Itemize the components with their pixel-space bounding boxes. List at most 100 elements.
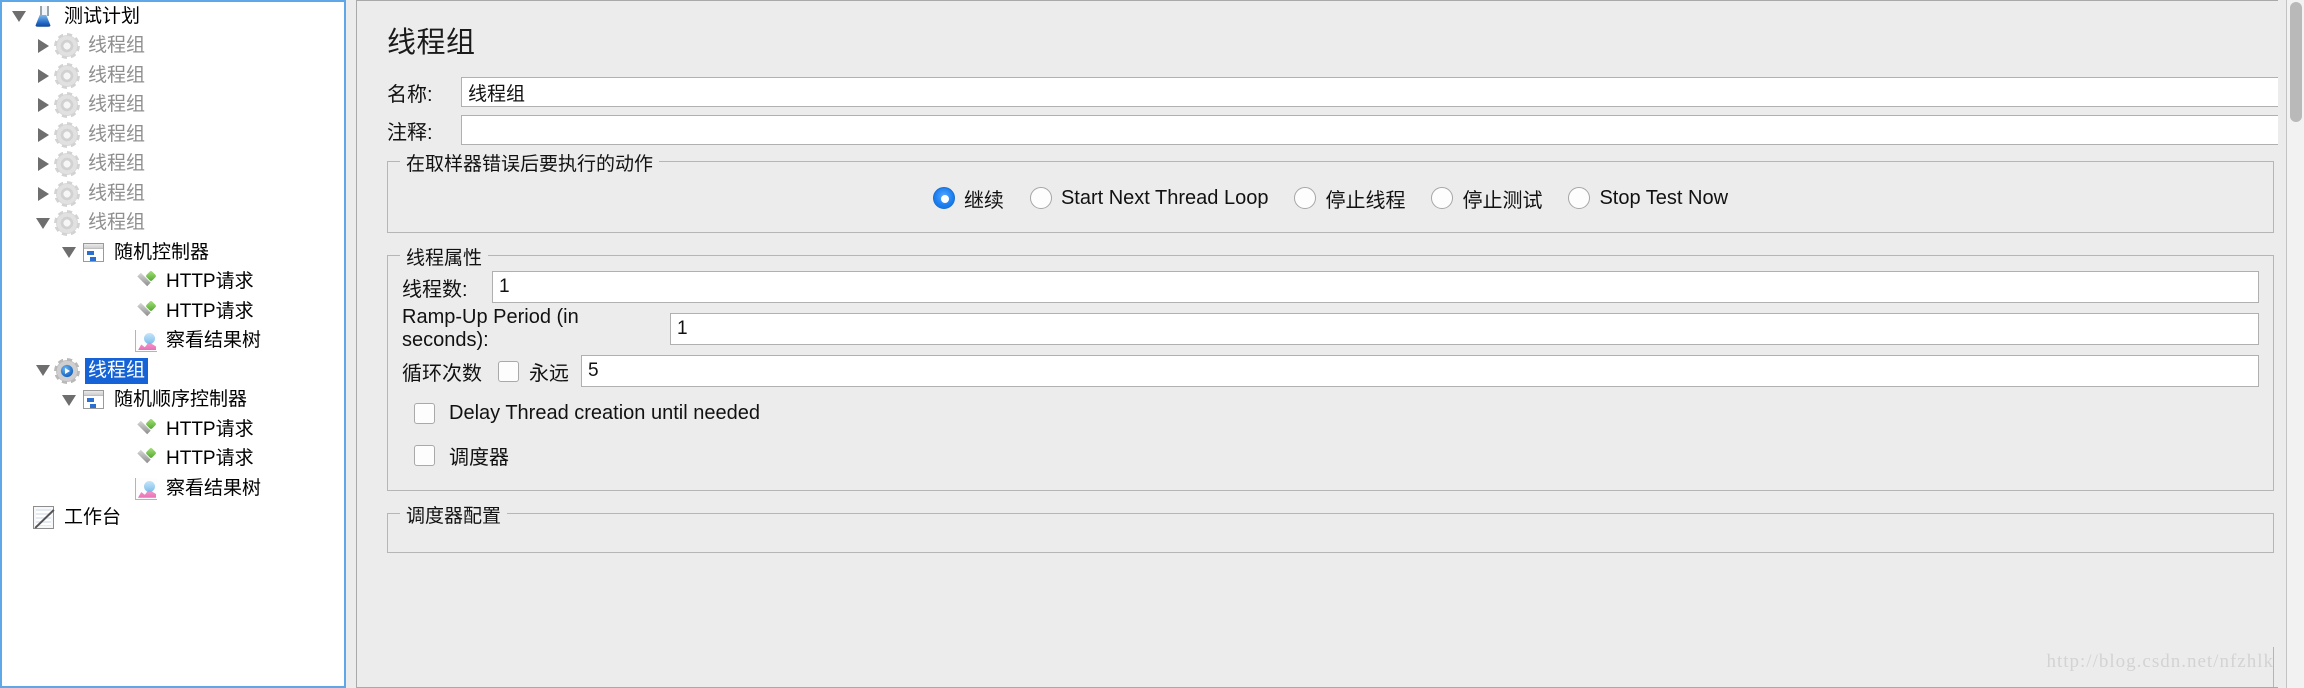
- name-field-row: 名称:: [373, 75, 2288, 109]
- ramp-up-label: Ramp-Up Period (in seconds):: [402, 306, 579, 351]
- tree-node-label: 线程组: [88, 123, 146, 145]
- expand-toggle-icon[interactable]: [32, 150, 54, 179]
- tree-node-label: 工作台: [64, 507, 122, 529]
- gear-icon: [54, 121, 80, 148]
- tree-node-http-request[interactable]: HTTP请求: [2, 415, 344, 445]
- loop-count-input[interactable]: [581, 355, 2259, 387]
- tree-node-workbench[interactable]: 工作台: [2, 504, 344, 534]
- thread-count-input[interactable]: [492, 271, 2259, 303]
- comment-label: 注释:: [387, 121, 433, 144]
- ramp-up-input[interactable]: [670, 313, 2259, 345]
- tree-node-thread-group[interactable]: 线程组: [2, 32, 344, 62]
- radio-mark-icon[interactable]: [1294, 187, 1317, 209]
- no-toggle-icon: [110, 327, 132, 356]
- radio-mark-icon[interactable]: [1568, 187, 1591, 209]
- radio-continue[interactable]: 继续: [932, 184, 1004, 213]
- tree-node-label: 线程组: [88, 35, 146, 57]
- radio-stop-thread[interactable]: 停止线程: [1294, 184, 1405, 213]
- no-toggle-icon: [110, 445, 132, 474]
- test-plan-tree[interactable]: 测试计划 线程组 线程组 线程组 线程组 线程组 线程组 线程组 随机控制器 H…: [0, 0, 346, 688]
- tree-node-thread-group-selected[interactable]: 线程组: [2, 356, 344, 386]
- collapse-toggle-icon[interactable]: [32, 209, 54, 238]
- loop-count-row: 循环次数 永远: [402, 350, 2259, 392]
- testplan-icon: [30, 5, 56, 29]
- no-toggle-icon: [110, 415, 132, 444]
- vertical-scrollbar[interactable]: [2286, 0, 2304, 688]
- tree-node-thread-group[interactable]: 线程组: [2, 91, 344, 121]
- http-request-icon: [132, 418, 158, 442]
- http-request-icon: [132, 300, 158, 324]
- gear-icon: [54, 151, 80, 178]
- no-toggle-icon: [110, 268, 132, 297]
- tree-node-label: 线程组: [88, 212, 146, 234]
- radio-label: Start Next Thread Loop: [1060, 186, 1269, 209]
- tree-node-thread-group[interactable]: 线程组: [2, 179, 344, 209]
- gear-active-icon: [54, 357, 80, 384]
- tree-node-label: HTTP请求: [166, 448, 254, 470]
- expand-toggle-icon[interactable]: [32, 32, 54, 61]
- scrollbar-thumb[interactable]: [2290, 2, 2302, 122]
- delay-thread-creation-label: Delay Thread creation until needed: [449, 401, 760, 424]
- tree-node-http-request[interactable]: HTTP请求: [2, 445, 344, 475]
- sampler-error-action-group: 在取样器错误后要执行的动作 继续 Start Next Thread Loop …: [387, 149, 2274, 233]
- expand-toggle-icon[interactable]: [32, 179, 54, 208]
- radio-mark-icon[interactable]: [1029, 187, 1052, 209]
- expand-toggle-icon[interactable]: [32, 120, 54, 149]
- expand-toggle-icon[interactable]: [8, 2, 30, 31]
- page-title: 线程组: [387, 27, 476, 59]
- thread-properties-legend: 线程属性: [400, 243, 489, 270]
- delay-thread-creation-row[interactable]: Delay Thread creation until needed: [402, 392, 2259, 434]
- tree-node-thread-group[interactable]: 线程组: [2, 120, 344, 150]
- tree-node-label: 测试计划: [64, 5, 141, 27]
- radio-start-next-thread-loop[interactable]: Start Next Thread Loop: [1029, 186, 1269, 210]
- radio-mark-icon[interactable]: [1431, 187, 1454, 209]
- controller-icon: [80, 241, 106, 265]
- tree-node-thread-group[interactable]: 线程组: [2, 61, 344, 91]
- scheduler-configuration-legend: 调度器配置: [400, 501, 508, 528]
- radio-stop-test[interactable]: 停止测试: [1431, 184, 1542, 213]
- tree-node-http-request[interactable]: HTTP请求: [2, 297, 344, 327]
- forever-checkbox[interactable]: [498, 360, 519, 382]
- tree-node-label: HTTP请求: [166, 418, 254, 440]
- scheduler-checkbox[interactable]: [414, 444, 435, 466]
- tree-node-thread-group-expanded[interactable]: 线程组: [2, 209, 344, 239]
- tree-node-view-results-tree[interactable]: 察看结果树: [2, 474, 344, 504]
- watermark-text: http://blog.csdn.net/nfzhlk: [2046, 651, 2274, 672]
- collapse-toggle-icon[interactable]: [58, 386, 80, 415]
- ramp-up-row: Ramp-Up Period (in seconds):: [402, 306, 2259, 351]
- scheduler-row[interactable]: 调度器: [402, 434, 2259, 476]
- forever-label: 永远: [529, 362, 569, 385]
- comment-input[interactable]: [461, 115, 2288, 145]
- expand-toggle-icon[interactable]: [32, 61, 54, 90]
- name-input[interactable]: [461, 77, 2288, 107]
- collapse-toggle-icon[interactable]: [32, 356, 54, 385]
- jmeter-window: 测试计划 线程组 线程组 线程组 线程组 线程组 线程组 线程组 随机控制器 H…: [0, 0, 2304, 688]
- radio-label: Stop Test Now: [1599, 186, 1729, 209]
- name-label: 名称:: [387, 83, 433, 106]
- radio-mark-icon[interactable]: [932, 187, 955, 209]
- tree-node-view-results-tree[interactable]: 察看结果树: [2, 327, 344, 357]
- http-request-icon: [132, 270, 158, 294]
- tree-node-random-order-controller[interactable]: 随机顺序控制器: [2, 386, 344, 416]
- tree-node-thread-group[interactable]: 线程组: [2, 150, 344, 180]
- loop-count-label: 循环次数: [402, 362, 482, 385]
- delay-thread-creation-checkbox[interactable]: [414, 402, 435, 424]
- scroll-gutter: [2278, 0, 2286, 688]
- tree-node-label: HTTP请求: [166, 271, 254, 293]
- comment-field-row: 注释:: [373, 113, 2288, 147]
- tree-node-random-controller[interactable]: 随机控制器: [2, 238, 344, 268]
- tree-node-label: 线程组: [88, 182, 146, 204]
- tree-node-test-plan[interactable]: 测试计划: [2, 2, 344, 32]
- collapse-toggle-icon[interactable]: [58, 238, 80, 267]
- panel-divider[interactable]: [346, 0, 356, 688]
- radio-label: 停止测试: [1462, 189, 1543, 212]
- tree-node-label: 随机控制器: [114, 241, 210, 263]
- tree-node-label: 线程组: [85, 357, 149, 384]
- radio-stop-test-now[interactable]: Stop Test Now: [1568, 187, 1728, 210]
- expand-toggle-icon[interactable]: [32, 91, 54, 120]
- view-results-tree-icon: [132, 477, 158, 501]
- tree-node-label: 察看结果树: [166, 477, 262, 499]
- tree-node-http-request[interactable]: HTTP请求: [2, 268, 344, 298]
- tree-node-label: HTTP请求: [166, 300, 254, 322]
- controller-icon: [80, 388, 106, 412]
